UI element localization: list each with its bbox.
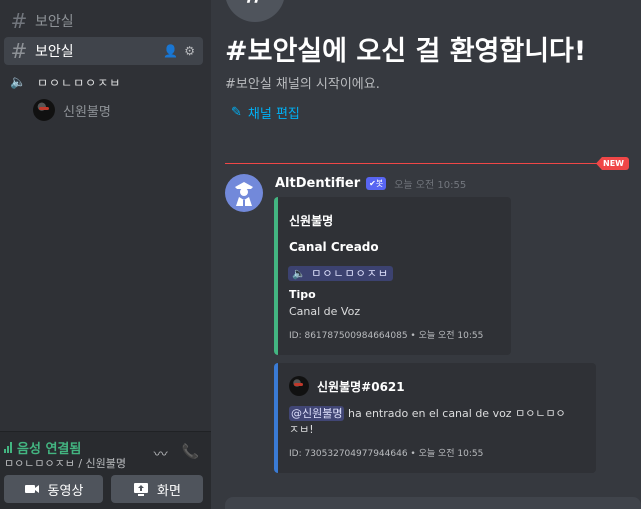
pencil-icon: ✎ (231, 105, 242, 120)
noise-suppression-icon[interactable]: 〰 (154, 444, 168, 464)
voice-channel-item[interactable]: 🔈 ㅁㅇㄴㅁㅇㅈㅂ (4, 70, 203, 94)
embed-voice-join: 신원불명#0621 @신원불명 ha entrado en el canal d… (274, 363, 596, 473)
edit-channel-link[interactable]: ✎ 채널 편집 (231, 103, 300, 122)
agent-icon (235, 182, 253, 206)
embed-footer: ID: 730532704977944646 • 오늘 오전 10:55 (289, 449, 484, 459)
voice-user-name: 신원불명 (63, 104, 111, 120)
embed-author: 신원불명 (289, 214, 334, 228)
video-button[interactable]: 동영상 (4, 475, 103, 503)
embed-channel-created: 신원불명 Canal Creado 🔈 ㅁㅇㄴㅁㅇㅈㅂ Tipo Canal d… (274, 197, 511, 355)
channel-item-security-top[interactable]: # 보안실 (4, 7, 203, 35)
message-author[interactable]: AltDentifier (275, 176, 360, 191)
hash-icon: # (10, 39, 28, 63)
embed-title: Canal Creado (289, 240, 379, 254)
camera-icon (24, 485, 39, 493)
embed-author-row: 신원불명#0621 (289, 376, 405, 396)
channel-label: 보안실 (35, 14, 74, 30)
edit-channel-label: 채널 편집 (247, 107, 300, 122)
screen-share-icon (134, 483, 149, 496)
embed-footer: ID: 861787500984664085 • 오늘 오전 10:55 (289, 331, 484, 341)
message-input[interactable] (225, 497, 641, 509)
new-badge: NEW (596, 157, 629, 170)
signal-icon (4, 442, 12, 453)
channel-chip-label: ㅁㅇㄴㅁㅇㅈㅂ (311, 267, 390, 280)
channel-hash-icon: # (225, 0, 285, 22)
field-value: Canal de Voz (289, 305, 361, 318)
video-label: 동영상 (47, 483, 84, 499)
embed-text-1: ha entrado en el canal de voz ㅁㅇㄴㅁㅇ (344, 407, 566, 420)
channel-sidebar: # 보안실 # 보안실 👤 ⚙ 🔈 ㅁㅇㄴㅁㅇㅈㅂ 신원불명 음성 연결됨 ㅁㅇ… (0, 0, 211, 509)
field-name: Tipo (289, 288, 316, 301)
speaker-icon: 🔈 (10, 74, 28, 90)
voice-status-sub: ㅁㅇㄴㅁㅇㅈㅂ / 신원불명 (4, 457, 127, 470)
avatar (33, 99, 55, 121)
screen-label: 화면 (157, 483, 181, 499)
page-title: #보안실에 오신 걸 환영합니다! (225, 36, 587, 67)
gear-icon[interactable]: ⚙ (184, 44, 195, 58)
voice-channel-label: ㅁㅇㄴㅁㅇㅈㅂ (37, 75, 122, 90)
channel-mention-chip[interactable]: 🔈 ㅁㅇㄴㅁㅇㅈㅂ (288, 262, 394, 281)
voice-connection-panel: 음성 연결됨 ㅁㅇㄴㅁㅇㅈㅂ / 신원불명 〰 📞 동영상 화면 (0, 431, 211, 509)
channel-label: 보안실 (35, 44, 74, 60)
voice-user[interactable]: 신원불명 (33, 99, 111, 121)
bot-badge: ✔봇 (366, 177, 387, 190)
user-mention[interactable]: @신원불명 (289, 406, 345, 421)
avatar (289, 376, 309, 396)
embed-color-bar (274, 197, 278, 355)
welcome-subtitle: #보안실 채널의 시작이에요. (225, 77, 380, 92)
chat-area: # #보안실에 오신 걸 환영합니다! #보안실 채널의 시작이에요. ✎ 채널… (211, 0, 641, 509)
message-timestamp: 오늘 오전 10:55 (394, 180, 467, 191)
new-messages-divider (225, 163, 611, 164)
bot-avatar[interactable] (225, 174, 263, 212)
screen-share-button[interactable]: 화면 (111, 475, 203, 503)
speaker-icon: 🔈 (292, 267, 307, 280)
message-header: AltDentifier ✔봇 오늘 오전 10:55 (275, 176, 466, 191)
invite-icon[interactable]: 👤 (163, 44, 178, 58)
disconnect-icon[interactable]: 📞 (182, 444, 199, 464)
embed-description-line2: ㅈㅂ! (289, 423, 314, 436)
discord-window: # 보안실 # 보안실 👤 ⚙ 🔈 ㅁㅇㄴㅁㅇㅈㅂ 신원불명 음성 연결됨 ㅁㅇ… (0, 0, 641, 509)
hash-icon: # (10, 9, 28, 33)
embed-color-bar (274, 363, 278, 473)
embed-author: 신원불명#0621 (317, 379, 405, 394)
embed-description-line1: @신원불명 ha entrado en el canal de voz ㅁㅇㄴㅁ… (289, 405, 566, 421)
channel-item-security-active[interactable]: # 보안실 👤 ⚙ (4, 37, 203, 65)
